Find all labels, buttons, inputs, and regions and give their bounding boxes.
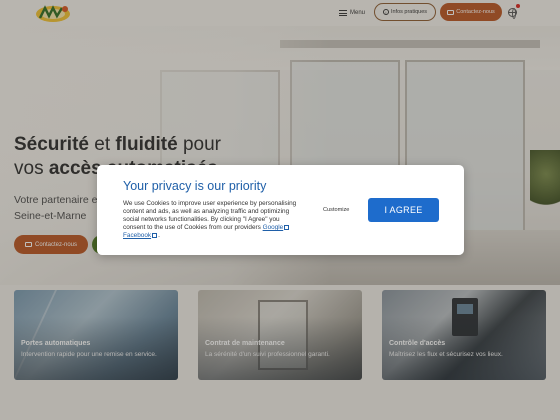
google-link[interactable]: Google — [263, 224, 284, 231]
cookie-title: Your privacy is our priority — [123, 179, 267, 193]
cookie-consent-dialog: Your privacy is our priority We use Cook… — [97, 165, 464, 255]
customize-button[interactable]: Customize — [323, 207, 349, 213]
facebook-link[interactable]: Facebook — [123, 232, 151, 239]
cookie-body: We use Cookies to improve user experienc… — [123, 200, 297, 239]
external-link-icon — [284, 224, 290, 230]
agree-button[interactable]: I AGREE — [368, 198, 439, 222]
external-link-icon — [152, 232, 158, 238]
